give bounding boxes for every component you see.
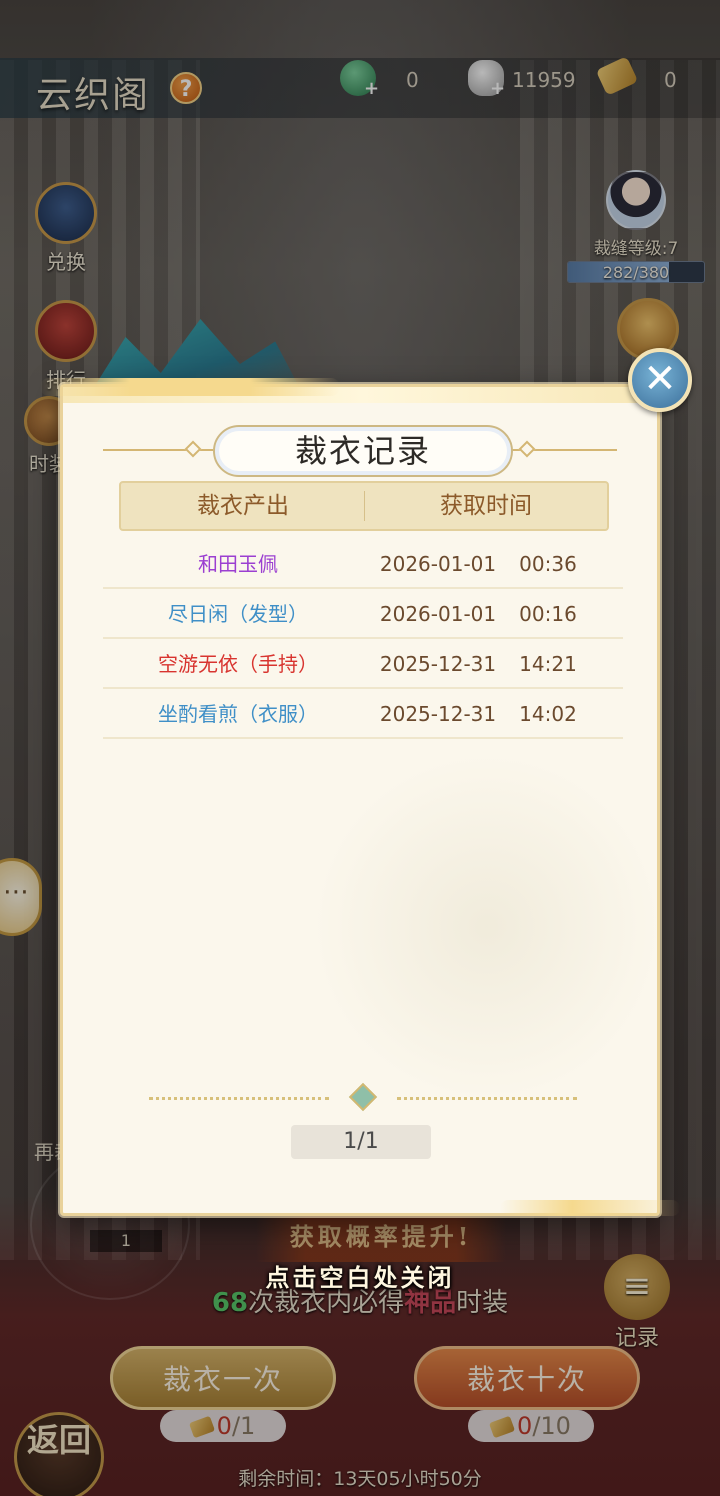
column-header-output: 裁衣产出 xyxy=(197,493,289,519)
table-row: 空游无依（手持） 2025-12-31 14:21 xyxy=(103,639,623,689)
record-date: 2025-12-31 xyxy=(379,702,497,726)
record-item: 和田玉佩 xyxy=(198,552,278,576)
table-row: 和田玉佩 2026-01-01 00:36 xyxy=(103,539,623,589)
record-item: 尽日闲（发型） xyxy=(168,602,308,626)
pager-ornament xyxy=(348,1082,378,1112)
close-hint: 点击空白处关闭 xyxy=(265,1263,455,1292)
record-table-header: 裁衣产出 获取时间 xyxy=(119,481,609,531)
pager-divider-right xyxy=(397,1097,577,1100)
page-indicator: 1/1 xyxy=(291,1125,431,1159)
title-ornament-right xyxy=(518,440,536,458)
cloud-decoration-top xyxy=(40,378,340,396)
record-time: 00:16 xyxy=(519,602,577,626)
record-date: 2025-12-31 xyxy=(379,652,497,676)
table-row: 尽日闲（发型） 2026-01-01 00:16 xyxy=(103,589,623,639)
dialog-title-plate: 裁衣记录 xyxy=(213,425,513,477)
dialog-title: 裁衣记录 xyxy=(294,432,431,470)
record-time: 14:21 xyxy=(519,652,577,676)
close-button[interactable]: ✕ xyxy=(628,348,692,412)
pager-divider-left xyxy=(149,1097,329,1100)
record-item: 坐酌看煎（衣服） xyxy=(158,702,318,726)
record-time: 14:02 xyxy=(519,702,577,726)
record-date: 2026-01-01 xyxy=(379,602,497,626)
column-header-time: 获取时间 xyxy=(440,493,532,519)
record-list: 和田玉佩 2026-01-01 00:36 尽日闲（发型） 2026-01-01… xyxy=(103,539,623,739)
cloud-decoration-bottom xyxy=(500,1200,680,1216)
tailor-record-dialog: 裁衣记录 裁衣产出 获取时间 和田玉佩 2026-01-01 00:36 尽日闲… xyxy=(60,384,660,1216)
table-row: 坐酌看煎（衣服） 2025-12-31 14:02 xyxy=(103,689,623,739)
title-ornament-left xyxy=(184,440,202,458)
bamboo-watermark xyxy=(307,747,657,1107)
record-date: 2026-01-01 xyxy=(379,552,497,576)
record-time: 00:36 xyxy=(519,552,577,576)
record-item: 空游无依（手持） xyxy=(158,652,318,676)
